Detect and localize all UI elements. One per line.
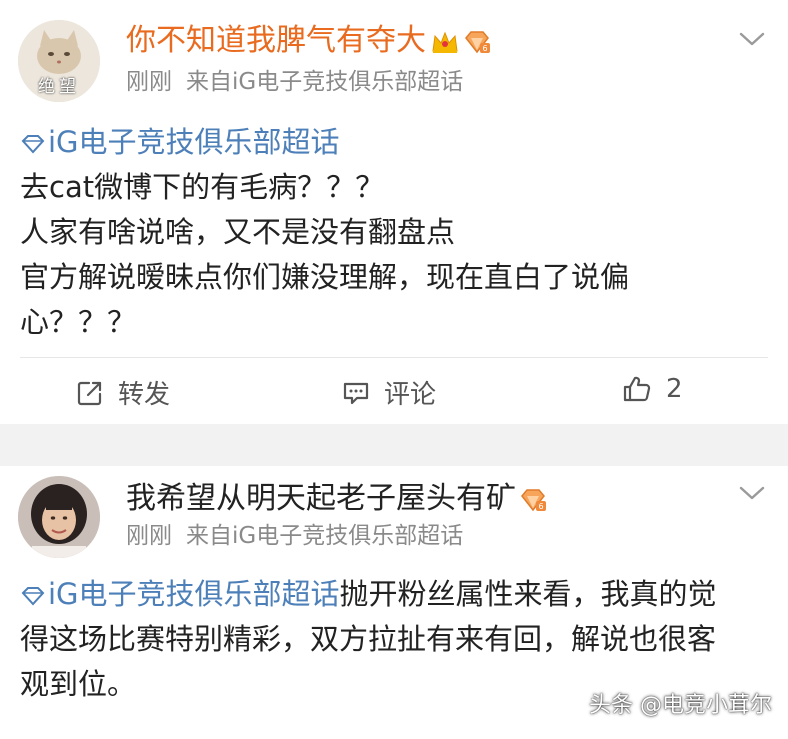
post-time: 刚刚 bbox=[126, 523, 172, 549]
post-time: 刚刚 bbox=[126, 69, 172, 95]
action-bar: 转发 评论 2 bbox=[0, 364, 788, 416]
post-separator bbox=[0, 424, 788, 466]
svg-text:6: 6 bbox=[482, 44, 487, 53]
author-name-text[interactable]: 你不知道我脾气有夺大 bbox=[126, 23, 426, 58]
weibo-post-2: 我希望从明天起老子屋头有矿 6 刚刚 来自iG电子竞技俱乐部超话 iG电子竞技俱乐… bbox=[0, 466, 788, 739]
post-source[interactable]: 来自iG电子竞技俱乐部超话 bbox=[186, 69, 463, 95]
content-line: 去cat微博下的有毛病？？？ bbox=[20, 170, 385, 204]
like-count: 2 bbox=[666, 374, 683, 404]
topic-diamond-icon bbox=[21, 587, 45, 606]
post-author-name[interactable]: 你不知道我脾气有夺大 6 bbox=[126, 24, 492, 58]
avatar-caption: 绝望 bbox=[38, 77, 80, 97]
content-line: 人家有啥说啥，又不是没有翻盘点 bbox=[20, 215, 456, 249]
diamond-badge-icon: 6 bbox=[465, 30, 490, 53]
like-icon bbox=[623, 376, 651, 402]
post-content: iG电子竞技俱乐部超话 去cat微博下的有毛病？？？ 人家有啥说啥，又不是没有翻… bbox=[20, 120, 770, 345]
person-avatar-image bbox=[18, 476, 100, 558]
author-name-text[interactable]: 我希望从明天起老子屋头有矿 bbox=[126, 481, 516, 516]
like-button[interactable]: 2 bbox=[622, 374, 683, 404]
repost-icon bbox=[77, 381, 102, 405]
crown-icon bbox=[432, 31, 458, 53]
diamond-badge-icon: 6 bbox=[521, 488, 546, 511]
post-author-name[interactable]: 我希望从明天起老子屋头有矿 6 bbox=[126, 482, 548, 516]
topic-diamond-icon bbox=[21, 135, 45, 154]
topic-line: iG电子竞技俱乐部超话抛开粉丝属性来看，我真的觉 bbox=[20, 572, 770, 617]
comment-icon bbox=[343, 382, 369, 404]
comment-button[interactable]: 评论 bbox=[342, 374, 436, 411]
content-line: 官方解说暧昧点你们嫌没理解，现在直白了说偏 bbox=[20, 260, 630, 294]
weibo-post-1: 绝望 你不知道我脾气有夺大 6 刚刚 来自iG电子竞技俱乐部超话 iG电子竞技俱乐… bbox=[0, 0, 788, 424]
avatar[interactable]: 绝望 bbox=[18, 20, 100, 102]
divider bbox=[20, 357, 768, 358]
post-source[interactable]: 来自iG电子竞技俱乐部超话 bbox=[186, 523, 463, 549]
content-text: 抛开粉丝属性来看，我真的觉 bbox=[339, 577, 717, 611]
watermark: 头条 @电竞小茸尔 bbox=[589, 693, 772, 718]
post-meta: 刚刚 来自iG电子竞技俱乐部超话 bbox=[126, 68, 463, 96]
content-line: 心？？？ bbox=[20, 305, 137, 339]
repost-button[interactable]: 转发 bbox=[76, 374, 170, 411]
topic-line[interactable]: iG电子竞技俱乐部超话 bbox=[20, 120, 770, 165]
comment-label: 评论 bbox=[384, 380, 437, 410]
content-line: 得这场比赛特别精彩，双方拉扯有来有回，解说也很客 bbox=[20, 622, 717, 656]
topic-link[interactable]: iG电子竞技俱乐部超话 bbox=[48, 125, 340, 159]
chevron-down-icon[interactable] bbox=[738, 30, 766, 48]
topic-link[interactable]: iG电子竞技俱乐部超话 bbox=[48, 577, 340, 611]
svg-text:6: 6 bbox=[538, 502, 543, 511]
repost-label: 转发 bbox=[118, 380, 171, 410]
chevron-down-icon[interactable] bbox=[738, 484, 766, 502]
post-meta: 刚刚 来自iG电子竞技俱乐部超话 bbox=[126, 522, 463, 550]
avatar[interactable] bbox=[18, 476, 100, 558]
